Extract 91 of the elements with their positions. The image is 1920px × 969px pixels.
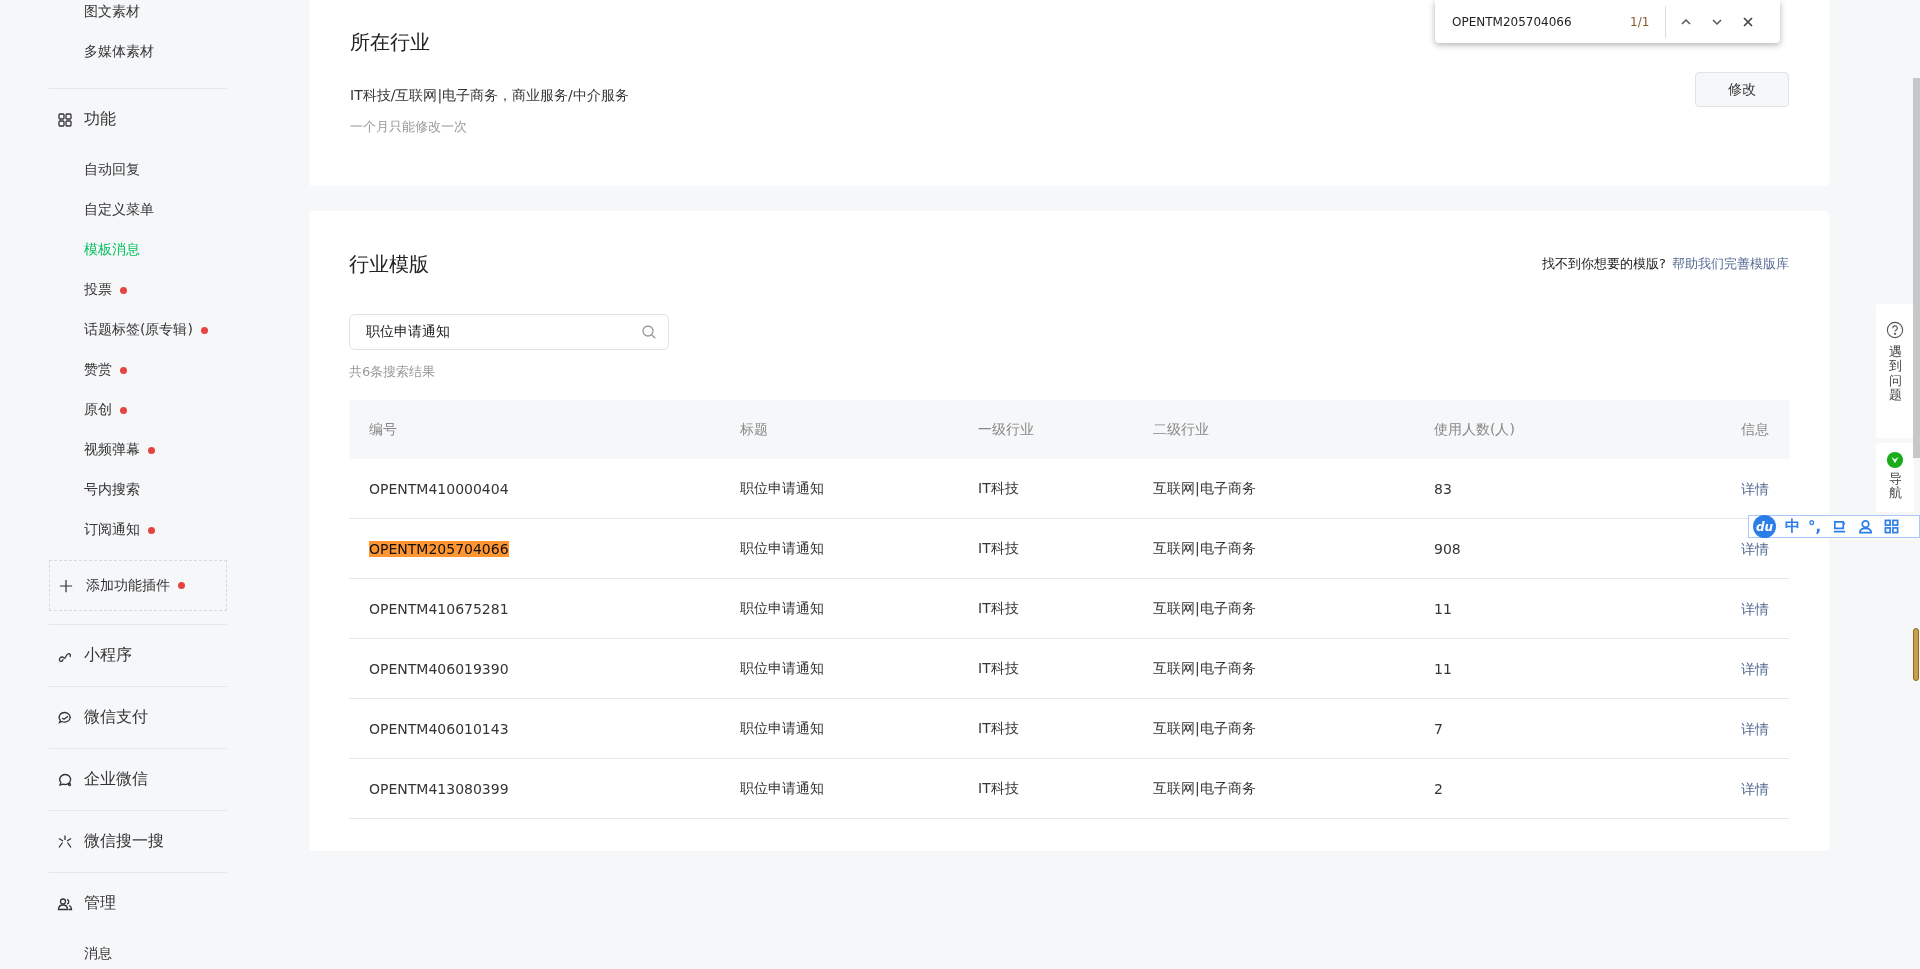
column-header: 一级行业 bbox=[978, 420, 1035, 439]
detail-link[interactable]: 详情 bbox=[1741, 781, 1769, 796]
search-icon bbox=[641, 324, 657, 340]
table-cell: OPENTM406019390 bbox=[369, 660, 509, 677]
table-cell: OPENTM406010143 bbox=[369, 720, 509, 737]
table-cell: 互联网|电子商务 bbox=[1153, 779, 1256, 796]
sidebar-section[interactable]: 微信搜一搜 bbox=[84, 831, 164, 852]
search-field[interactable]: 职位申请通知 bbox=[349, 314, 669, 350]
sidebar-section[interactable]: 管理 bbox=[84, 893, 116, 914]
table-cell: IT科技 bbox=[978, 479, 1019, 496]
table-cell: OPENTM410675281 bbox=[369, 600, 509, 617]
column-header: 标题 bbox=[740, 420, 769, 439]
grid-icon bbox=[57, 111, 73, 128]
person-icon[interactable] bbox=[1858, 519, 1874, 534]
table-cell: 11 bbox=[1434, 660, 1452, 677]
scroll-marker bbox=[1913, 628, 1919, 681]
help-link[interactable]: 帮助我们完善模版库 bbox=[1672, 255, 1789, 273]
table-cell: 职位申请通知 bbox=[740, 479, 824, 496]
add-plugin-button[interactable]: 添加功能插件 bbox=[49, 560, 227, 611]
sidebar-item[interactable]: 自动回复 bbox=[84, 161, 140, 179]
table-cell: IT科技 bbox=[978, 539, 1019, 556]
card-title: 行业模版 bbox=[349, 251, 429, 278]
sidebar-item[interactable]: 投票 bbox=[84, 281, 112, 299]
table-cell: 职位申请通知 bbox=[740, 659, 824, 676]
sidebar-item[interactable]: 赞赏 bbox=[84, 361, 112, 379]
sparkle-icon bbox=[57, 833, 73, 850]
sidebar-item[interactable]: 消息 bbox=[84, 945, 112, 963]
close-icon[interactable] bbox=[1742, 15, 1755, 28]
find-query[interactable]: OPENTM205704066 bbox=[1452, 14, 1612, 29]
sidebar-item[interactable]: 自定义菜单 bbox=[84, 201, 154, 219]
table-cell: 职位申请通知 bbox=[740, 599, 824, 616]
ime-logo[interactable]: du bbox=[1753, 515, 1776, 538]
side-widget[interactable]: 导航 bbox=[1876, 443, 1914, 512]
sidebar-item[interactable]: 话题标签(原专辑) bbox=[84, 321, 193, 339]
detail-link[interactable]: 详情 bbox=[1741, 601, 1769, 616]
sidebar-section[interactable]: 微信支付 bbox=[84, 707, 148, 728]
detail-link[interactable]: 详情 bbox=[1741, 481, 1769, 496]
help-text: 找不到你想要的模版? bbox=[1542, 255, 1666, 273]
sidebar-section[interactable]: 小程序 bbox=[84, 645, 132, 666]
table-cell: OPENTM413080399 bbox=[369, 780, 509, 797]
sidebar-section[interactable]: 企业微信 bbox=[84, 769, 148, 790]
chat-bubble-icon bbox=[57, 771, 73, 788]
chat-check-icon bbox=[57, 709, 73, 726]
table-cell: OPENTM205704066 bbox=[369, 540, 509, 557]
table-cell: 互联网|电子商务 bbox=[1153, 539, 1256, 556]
industry-value: IT科技/互联网|电子商务，商业服务/中介服务 bbox=[350, 87, 629, 105]
punctuation-toggle[interactable]: °, bbox=[1808, 517, 1822, 536]
table-cell: IT科技 bbox=[978, 779, 1019, 796]
table-cell: 互联网|电子商务 bbox=[1153, 659, 1256, 676]
table-cell: 职位申请通知 bbox=[740, 539, 824, 556]
sidebar-item[interactable]: 原创 bbox=[84, 401, 112, 419]
table-cell: 908 bbox=[1434, 540, 1461, 557]
result-count: 共6条搜索结果 bbox=[349, 363, 437, 381]
sidebar-item[interactable]: 订阅通知 bbox=[84, 521, 140, 539]
table-cell: 2 bbox=[1434, 780, 1443, 797]
sidebar-item[interactable]: 图文素材 bbox=[84, 3, 140, 21]
table-cell: 职位申请通知 bbox=[740, 719, 824, 736]
sidebar-item[interactable]: 号内搜索 bbox=[84, 481, 140, 499]
side-widget[interactable]: 遇到问题 bbox=[1876, 304, 1914, 438]
table-cell: 互联网|电子商务 bbox=[1153, 719, 1256, 736]
column-header: 二级行业 bbox=[1153, 420, 1210, 439]
detail-link[interactable]: 详情 bbox=[1741, 721, 1769, 736]
sidebar-item[interactable]: 多媒体素材 bbox=[84, 43, 154, 61]
table-cell: OPENTM410000404 bbox=[369, 480, 509, 497]
table-cell: IT科技 bbox=[978, 599, 1019, 616]
table-cell: 11 bbox=[1434, 600, 1452, 617]
plus-icon bbox=[59, 578, 73, 593]
users-icon bbox=[57, 895, 73, 912]
column-header: 编号 bbox=[369, 420, 398, 439]
table-cell: 7 bbox=[1434, 720, 1443, 737]
sidebar-section[interactable]: 功能 bbox=[84, 109, 116, 130]
nav-icon bbox=[1886, 451, 1904, 469]
column-header: 使用人数(人) bbox=[1434, 420, 1516, 439]
cup-icon[interactable] bbox=[1832, 519, 1848, 534]
sidebar-item[interactable]: 视频弹幕 bbox=[84, 441, 140, 459]
table-cell: 职位申请通知 bbox=[740, 779, 824, 796]
help-icon bbox=[1886, 321, 1904, 339]
table-cell: 83 bbox=[1434, 480, 1452, 497]
detail-link[interactable]: 详情 bbox=[1741, 541, 1769, 556]
column-header: 信息 bbox=[1741, 420, 1769, 439]
grid-icon[interactable] bbox=[1884, 519, 1900, 534]
table-cell: 互联网|电子商务 bbox=[1153, 479, 1256, 496]
table-cell: 互联网|电子商务 bbox=[1153, 599, 1256, 616]
table-cell: IT科技 bbox=[978, 719, 1019, 736]
scrollbar-thumb[interactable] bbox=[1913, 78, 1920, 458]
edit-button[interactable]: 修改 bbox=[1695, 72, 1789, 107]
ime-mode-toggle[interactable]: 中 bbox=[1785, 517, 1800, 536]
table-cell: IT科技 bbox=[978, 659, 1019, 676]
match-count: 1/1 bbox=[1630, 14, 1650, 29]
detail-link[interactable]: 详情 bbox=[1741, 661, 1769, 676]
card-title: 所在行业 bbox=[350, 29, 431, 56]
